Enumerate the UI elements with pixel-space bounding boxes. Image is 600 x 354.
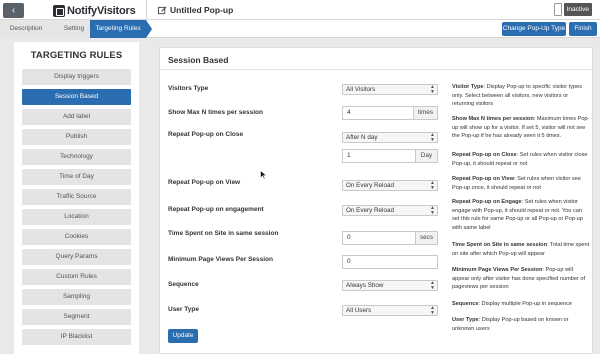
- repeat-close-days-unit: Day: [416, 149, 438, 163]
- select-arrows-icon: ▲ ▼: [430, 132, 435, 143]
- brand-name: NotifyVisitors: [67, 4, 136, 17]
- sidebar-item-custom-rules[interactable]: Custom Rules: [22, 269, 131, 285]
- sidebar-item-traffic-source[interactable]: Traffic Source: [22, 189, 131, 205]
- finish-button[interactable]: Finish: [569, 22, 597, 36]
- help-time-spent: Time Spent on Site in same session: Tota…: [452, 242, 590, 257]
- help-user-type: User Type: Display Pop-up based on known…: [452, 317, 569, 332]
- user-type-label: User Type: [168, 306, 199, 313]
- session-based-panel: Session Based Visitors Type All Visitors…: [159, 47, 593, 354]
- brand-logo: NotifyVisitors: [53, 3, 136, 18]
- change-popup-type-button[interactable]: Change Pop-Up Type: [502, 22, 566, 36]
- help-max-times: Show Max N times per session: Maximum ti…: [452, 116, 590, 140]
- page-title[interactable]: Untitled Pop-up: [170, 5, 233, 15]
- time-spent-input[interactable]: 0: [342, 231, 416, 245]
- step-targeting-rules[interactable]: Targeting Rules: [90, 20, 152, 38]
- repeat-close-value: After N day: [346, 134, 378, 141]
- max-times-label: Show Max N times per session: [168, 109, 264, 116]
- visitors-type-label: Visitors Type: [168, 85, 209, 92]
- mouse-pointer-icon: [260, 170, 268, 180]
- min-pageviews-label: Minimum Page Views Per Session: [168, 256, 274, 263]
- title-area[interactable]: Untitled Pop-up: [158, 3, 233, 17]
- help-sequence: Sequence: Display multiple Pop-up in seq…: [452, 301, 573, 307]
- visitors-type-select[interactable]: All Visitors ▲ ▼: [342, 84, 438, 95]
- time-spent-unit: secs: [416, 231, 438, 245]
- targeting-sidebar: TARGETING RULES Display triggers Session…: [14, 42, 139, 354]
- sidebar-item-session-based[interactable]: Session Based: [22, 89, 131, 105]
- update-button[interactable]: Update: [168, 329, 198, 343]
- back-button[interactable]: ‹: [3, 3, 24, 18]
- repeat-close-select[interactable]: After N day ▲ ▼: [342, 132, 438, 143]
- visitors-type-value: All Visitors: [346, 86, 376, 93]
- sequence-label: Sequence: [168, 281, 199, 288]
- chevron-left-icon: ‹: [11, 5, 16, 16]
- sequence-select[interactable]: Always Show ▲ ▼: [342, 280, 438, 291]
- help-repeat-close: Repeat Pop-up on Close: Set rules when v…: [452, 152, 588, 167]
- panel-header: Session Based: [160, 48, 592, 70]
- status-toggle[interactable]: [553, 3, 562, 16]
- user-type-select[interactable]: All Users ▲ ▼: [342, 305, 438, 316]
- repeat-view-label: Repeat Pop-up on View: [168, 179, 241, 186]
- sidebar-title: TARGETING RULES: [30, 50, 123, 61]
- sidebar-item-display-triggers[interactable]: Display triggers: [22, 69, 131, 85]
- repeat-close-label: Repeat Pop-up on Close: [168, 131, 244, 138]
- sidebar-item-time-of-day[interactable]: Time of Day: [22, 169, 131, 185]
- select-arrows-icon: ▲ ▼: [430, 205, 435, 216]
- help-repeat-engage: Repeat Pop-up on Engage: Set rules when …: [452, 199, 583, 231]
- sidebar-item-publish[interactable]: Publish: [22, 129, 131, 145]
- sidebar-item-technology[interactable]: Technology: [22, 149, 131, 165]
- sidebar-item-segment[interactable]: Segment: [22, 309, 131, 325]
- sidebar-item-ip-blacklist[interactable]: IP Blacklist: [22, 329, 131, 345]
- panel-title: Session Based: [168, 55, 229, 65]
- repeat-view-select[interactable]: On Every Reload ▲ ▼: [342, 180, 438, 191]
- logo-icon: [53, 4, 65, 17]
- select-arrows-icon: ▲ ▼: [430, 305, 435, 316]
- sidebar-item-query-params[interactable]: Query Params: [22, 249, 131, 265]
- top-bar: ‹ NotifyVisitors Untitled Pop-up Inactiv…: [0, 0, 600, 20]
- sidebar-item-sampling[interactable]: Sampling: [22, 289, 131, 305]
- step-description[interactable]: Description: [0, 20, 52, 38]
- step-setting[interactable]: Setting: [50, 20, 92, 38]
- repeat-close-days-input[interactable]: 1: [342, 149, 416, 163]
- help-visitor-type: Visitor Type: Display Pop-up to specific…: [452, 84, 583, 108]
- status-badge: Inactive: [563, 3, 592, 16]
- select-arrows-icon: ▲ ▼: [430, 84, 435, 95]
- repeat-view-value: On Every Reload: [346, 182, 394, 189]
- sidebar-item-add-label[interactable]: Add label: [22, 109, 131, 125]
- time-spent-label: Time Spent on Site in same session: [168, 230, 279, 237]
- sidebar-item-cookies[interactable]: Cookies: [22, 229, 131, 245]
- help-repeat-view: Repeat Pop-up on View: Set rules when vi…: [452, 176, 581, 191]
- min-pageviews-input[interactable]: 0: [342, 255, 438, 269]
- help-min-pageviews: Minimum Page Views Per Session: Pop-up w…: [452, 267, 586, 291]
- repeat-engagement-label: Repeat Pop-up on engagement: [168, 206, 264, 213]
- repeat-engagement-value: On Every Reload: [346, 207, 394, 214]
- user-type-value: All Users: [346, 307, 372, 314]
- select-arrows-icon: ▲ ▼: [430, 280, 435, 291]
- select-arrows-icon: ▲ ▼: [430, 180, 435, 191]
- max-times-unit: times: [414, 106, 438, 120]
- sequence-value: Always Show: [346, 282, 384, 289]
- sidebar-item-location[interactable]: Location: [22, 209, 131, 225]
- status-area: Inactive: [553, 3, 592, 16]
- max-times-input[interactable]: 4: [342, 106, 414, 120]
- repeat-engagement-select[interactable]: On Every Reload ▲ ▼: [342, 205, 438, 216]
- edit-icon[interactable]: [158, 6, 167, 15]
- divider: [146, 0, 147, 20]
